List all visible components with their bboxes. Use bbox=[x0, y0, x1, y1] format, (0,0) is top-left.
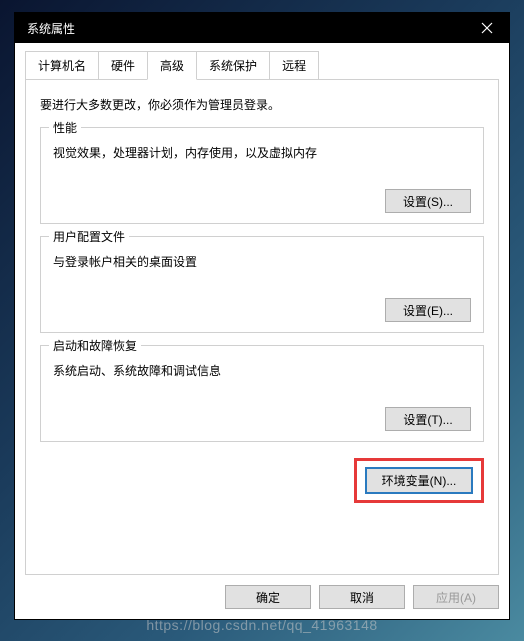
group-profiles-desc: 与登录帐户相关的桌面设置 bbox=[53, 253, 471, 270]
tab-remote[interactable]: 远程 bbox=[269, 51, 319, 79]
env-row: 环境变量(N)... bbox=[40, 458, 484, 503]
group-startup-button-row: 设置(T)... bbox=[53, 407, 471, 431]
group-profiles-title: 用户配置文件 bbox=[49, 228, 129, 245]
apply-button[interactable]: 应用(A) bbox=[413, 585, 499, 609]
profiles-settings-button[interactable]: 设置(E)... bbox=[385, 298, 471, 322]
group-profiles-button-row: 设置(E)... bbox=[53, 298, 471, 322]
environment-variables-button[interactable]: 环境变量(N)... bbox=[365, 467, 473, 494]
group-performance-button-row: 设置(S)... bbox=[53, 189, 471, 213]
tab-computer-name[interactable]: 计算机名 bbox=[25, 51, 99, 79]
tab-panel-advanced: 要进行大多数更改，你必须作为管理员登录。 性能 视觉效果，处理器计划，内存使用，… bbox=[25, 80, 499, 575]
performance-settings-button[interactable]: 设置(S)... bbox=[385, 189, 471, 213]
env-highlight-box: 环境变量(N)... bbox=[354, 458, 484, 503]
group-performance: 性能 视觉效果，处理器计划，内存使用，以及虚拟内存 设置(S)... bbox=[40, 127, 484, 224]
group-startup-title: 启动和故障恢复 bbox=[49, 337, 141, 354]
group-profiles: 用户配置文件 与登录帐户相关的桌面设置 设置(E)... bbox=[40, 236, 484, 333]
startup-settings-button[interactable]: 设置(T)... bbox=[385, 407, 471, 431]
tab-system-protection[interactable]: 系统保护 bbox=[196, 51, 270, 79]
group-startup: 启动和故障恢复 系统启动、系统故障和调试信息 设置(T)... bbox=[40, 345, 484, 442]
titlebar: 系统属性 bbox=[15, 13, 509, 43]
group-startup-desc: 系统启动、系统故障和调试信息 bbox=[53, 362, 471, 379]
ok-button[interactable]: 确定 bbox=[225, 585, 311, 609]
group-performance-title: 性能 bbox=[49, 119, 81, 136]
group-performance-desc: 视觉效果，处理器计划，内存使用，以及虚拟内存 bbox=[53, 144, 471, 161]
dialog-button-row: 确定 取消 应用(A) bbox=[25, 575, 499, 609]
tab-advanced[interactable]: 高级 bbox=[147, 51, 197, 80]
window-title: 系统属性 bbox=[27, 20, 75, 37]
tab-strip: 计算机名 硬件 高级 系统保护 远程 bbox=[25, 51, 499, 80]
intro-text: 要进行大多数更改，你必须作为管理员登录。 bbox=[40, 96, 484, 113]
window-content: 计算机名 硬件 高级 系统保护 远程 要进行大多数更改，你必须作为管理员登录。 … bbox=[15, 43, 509, 619]
close-button[interactable] bbox=[464, 13, 509, 43]
cancel-button[interactable]: 取消 bbox=[319, 585, 405, 609]
system-properties-window: 系统属性 计算机名 硬件 高级 系统保护 远程 要进行大多数更改，你必须作为管理… bbox=[14, 12, 510, 620]
tab-hardware[interactable]: 硬件 bbox=[98, 51, 148, 79]
close-icon bbox=[481, 22, 493, 34]
